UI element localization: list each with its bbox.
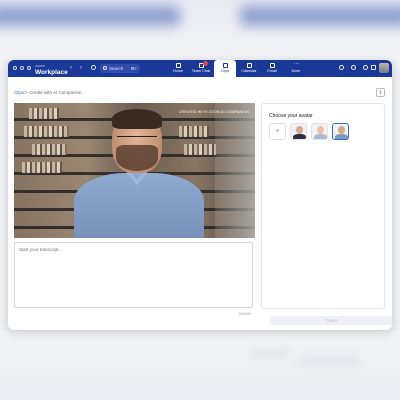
nav-home[interactable]: Home bbox=[167, 60, 189, 77]
nav-team-chat[interactable]: Team Chat bbox=[190, 60, 212, 77]
breadcrumb: Clips > Create with AI Companion bbox=[14, 90, 82, 95]
avatar-panel: Choose your avatar + bbox=[261, 103, 385, 309]
calendar-icon bbox=[246, 63, 252, 68]
breadcrumb-current: Create with AI Companion bbox=[29, 90, 82, 95]
apps-icon[interactable] bbox=[371, 65, 376, 70]
background-blur bbox=[240, 6, 400, 26]
character-counter: 0/5000 bbox=[239, 312, 251, 316]
notification-badge bbox=[203, 61, 208, 66]
background-blur bbox=[300, 358, 360, 364]
back-arrow-icon[interactable]: ‹ bbox=[70, 65, 72, 71]
more-icon: ··· bbox=[293, 61, 300, 67]
help-icon[interactable] bbox=[339, 65, 344, 70]
breadcrumb-clips-link[interactable]: Clips bbox=[14, 90, 24, 95]
window-light bbox=[215, 103, 255, 238]
books bbox=[24, 126, 69, 137]
panel-title: Choose your avatar bbox=[269, 113, 313, 119]
clips-icon bbox=[222, 63, 228, 68]
background-bottom bbox=[0, 330, 400, 400]
nav-clips[interactable]: Clips bbox=[214, 60, 236, 77]
maximize-window-dot[interactable] bbox=[27, 66, 31, 70]
background-blur bbox=[0, 6, 180, 26]
video-watermark: CREATED WITH ZOOM AI COMPANION bbox=[178, 110, 249, 114]
avatar-option-selected[interactable] bbox=[332, 123, 349, 140]
books bbox=[29, 108, 59, 119]
create-button[interactable]: Create bbox=[270, 316, 392, 325]
app-window: zoom Workplace ‹ › Search ⌘F Home Team C… bbox=[8, 60, 392, 330]
avatar-person bbox=[74, 109, 204, 238]
app-logo: zoom Workplace bbox=[35, 63, 68, 76]
search-icon bbox=[103, 66, 107, 70]
books bbox=[32, 144, 67, 155]
background-blur bbox=[250, 350, 290, 356]
user-avatar[interactable] bbox=[379, 63, 389, 73]
avatar-option[interactable] bbox=[290, 123, 307, 140]
add-avatar-button[interactable]: + bbox=[269, 123, 286, 140]
books bbox=[22, 162, 62, 173]
nav-email[interactable]: Email bbox=[261, 60, 283, 77]
history-icon[interactable] bbox=[91, 65, 96, 70]
forward-arrow-icon[interactable]: › bbox=[80, 65, 82, 71]
nav-more[interactable]: ··· More bbox=[285, 60, 307, 77]
settings-icon[interactable] bbox=[363, 65, 368, 70]
search-bar[interactable]: Search ⌘F bbox=[100, 64, 140, 73]
close-window-dot[interactable] bbox=[13, 66, 17, 70]
share-icon[interactable]: ⇪ bbox=[376, 88, 385, 97]
home-icon bbox=[175, 63, 181, 68]
avatar-video-preview: CREATED WITH ZOOM AI COMPANION bbox=[14, 103, 255, 238]
mail-icon bbox=[269, 63, 275, 68]
nav-calendar[interactable]: Calendar bbox=[238, 60, 260, 77]
avatar-option[interactable] bbox=[311, 123, 328, 140]
window-controls bbox=[13, 66, 31, 70]
bell-icon[interactable] bbox=[351, 65, 356, 70]
transcript-input[interactable] bbox=[14, 242, 253, 308]
avatar-list: + bbox=[269, 123, 349, 140]
minimize-window-dot[interactable] bbox=[20, 66, 24, 70]
top-bar: zoom Workplace ‹ › Search ⌘F Home Team C… bbox=[8, 60, 392, 77]
